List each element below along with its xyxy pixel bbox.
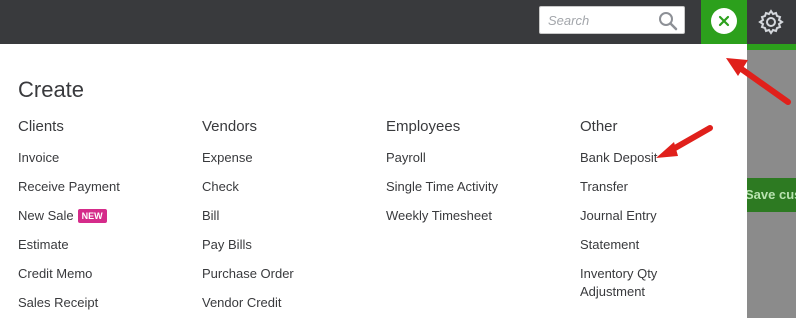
close-icon[interactable]	[711, 8, 737, 34]
background-green-strip	[747, 44, 796, 50]
menu-item-label: Vendor Credit	[202, 295, 282, 310]
menu-item-transfer[interactable]: Transfer	[580, 178, 750, 207]
annotation-arrow-create-button	[726, 58, 791, 105]
menu-item-label: Payroll	[386, 150, 426, 165]
menu-item-label: Inventory Qty Adjustment	[580, 266, 658, 299]
background-save-button: Save cus	[747, 178, 796, 212]
background-save-label: Save cus	[747, 187, 796, 202]
gear-icon[interactable]	[757, 8, 785, 36]
clients-header: Clients	[18, 118, 64, 135]
other-header: Other	[580, 118, 618, 135]
menu-item-label: Credit Memo	[18, 266, 93, 281]
top-bar	[0, 0, 796, 56]
menu-item-label: Receive Payment	[18, 179, 120, 194]
create-menu-title: Create	[18, 77, 85, 102]
create-menu-toggle[interactable]	[701, 0, 747, 56]
other-column: Other Bank Deposit Transfer Journal Entr…	[580, 117, 657, 299]
menu-item-purchase-order[interactable]: Purchase Order	[202, 265, 372, 294]
menu-item-label: Bank Deposit	[580, 150, 658, 165]
menu-item-payroll[interactable]: Payroll	[386, 149, 556, 178]
clients-column: Clients Invoice Receive Payment New Sale…	[18, 117, 120, 310]
menu-item-label: Journal Entry	[580, 208, 657, 223]
new-badge: NEW	[77, 209, 107, 223]
employees-header: Employees	[386, 118, 461, 135]
menu-item-label: New Sale	[18, 208, 74, 223]
menu-item-check[interactable]: Check	[202, 178, 372, 207]
menu-item-label: Estimate	[18, 237, 69, 252]
search-box[interactable]	[539, 6, 685, 34]
menu-item-sales-receipt[interactable]: Sales Receipt	[18, 294, 188, 323]
menu-item-label: Weekly Timesheet	[386, 208, 492, 223]
menu-item-label: Sales Receipt	[18, 295, 99, 310]
menu-item-new-sale[interactable]: New Sale NEW	[18, 207, 188, 236]
menu-item-label: Bill	[202, 208, 220, 223]
menu-item-pay-bills[interactable]: Pay Bills	[202, 236, 372, 265]
menu-item-expense[interactable]: Expense	[202, 149, 372, 178]
menu-item-label: Statement	[580, 237, 640, 252]
menu-item-credit-memo[interactable]: Credit Memo	[18, 265, 188, 294]
menu-item-journal-entry[interactable]: Journal Entry	[580, 207, 750, 236]
menu-item-label: Single Time Activity	[386, 179, 498, 194]
annotation-arrow-bank-deposit	[656, 125, 713, 158]
menu-item-label: Expense	[202, 150, 253, 165]
menu-item-statement[interactable]: Statement	[580, 236, 750, 265]
menu-item-weekly-timesheet[interactable]: Weekly Timesheet	[386, 207, 556, 236]
menu-item-bill[interactable]: Bill	[202, 207, 372, 236]
menu-item-vendor-credit[interactable]: Vendor Credit	[202, 294, 372, 323]
menu-item-invoice[interactable]: Invoice	[18, 149, 188, 178]
vendors-column: Vendors Expense Check Bill Pay Bills Pur…	[202, 117, 294, 310]
menu-item-label: Check	[202, 179, 239, 194]
create-menu-panel: Create Clients Invoice Receive Payment N…	[0, 44, 747, 318]
menu-item-inventory-qty-adjustment[interactable]: Inventory Qty Adjustment	[580, 265, 690, 305]
menu-item-label: Purchase Order	[202, 266, 294, 281]
menu-item-estimate[interactable]: Estimate	[18, 236, 188, 265]
menu-item-label: Transfer	[580, 179, 628, 194]
menu-item-label: Invoice	[18, 150, 60, 165]
employees-column: Employees Payroll Single Time Activity W…	[386, 117, 498, 223]
menu-item-label: Pay Bills	[202, 237, 252, 252]
menu-item-single-time-activity[interactable]: Single Time Activity	[386, 178, 556, 207]
search-input[interactable]	[540, 7, 658, 33]
vendors-header: Vendors	[202, 118, 258, 135]
search-icon[interactable]	[658, 11, 678, 31]
menu-item-receive-payment[interactable]: Receive Payment	[18, 178, 188, 207]
